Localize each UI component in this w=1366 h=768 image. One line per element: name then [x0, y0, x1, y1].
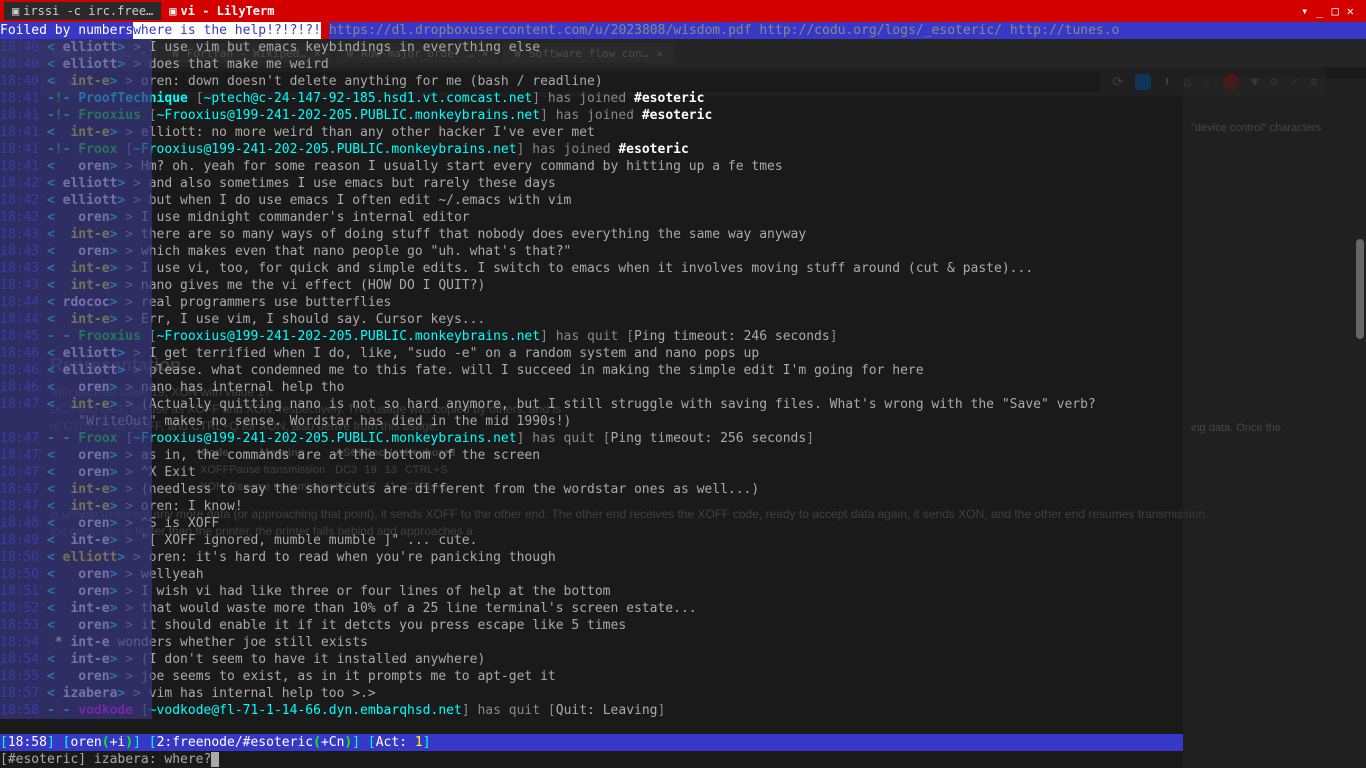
input-prompt: [#esoteric] [0, 752, 94, 767]
topic-highlight: where is the help!?!?!?! [133, 22, 321, 39]
cursor [211, 752, 219, 767]
tab-label: irssi -c irc.free… [23, 4, 153, 18]
terminal-tab-inactive[interactable]: ▣ irssi -c irc.free… [4, 2, 161, 20]
topic-url: https://dl.dropboxusercontent.com/u/2023… [329, 22, 1120, 39]
terminal-tab-active[interactable]: ▣ vi - LilyTerm [161, 2, 282, 20]
chat-line: 18:47 < int-e> > (Actually quitting nano… [0, 396, 1096, 413]
input-text: izabera: where? [94, 752, 211, 767]
window-controls: ▾ _ □ ✕ [1301, 4, 1362, 18]
tab-label: vi - LilyTerm [181, 4, 275, 18]
bg-text: "device control" characters [1191, 118, 1358, 138]
reload-icon[interactable]: ⟳ [1112, 74, 1123, 91]
minimize-button[interactable]: ▾ [1301, 4, 1308, 18]
chat-area: Special Cha…× WFortran - Wikiped…× WRow-… [0, 39, 1366, 768]
scrollbar-thumb[interactable] [1356, 239, 1364, 339]
maximize-button[interactable]: □ [1332, 4, 1339, 18]
right-panel: "device control" characters ing data. On… [1183, 78, 1366, 768]
terminal-icon: ▣ [169, 4, 176, 18]
download-icon[interactable]: ⬇ [1163, 74, 1171, 91]
titlebar: ▣ irssi -c irc.free… ▣ vi - LilyTerm ▾ _… [0, 0, 1366, 22]
close-button[interactable]: ✕ [1347, 4, 1354, 18]
bg-text: ing data. Once the [1191, 418, 1358, 438]
irc-status-bar: [18:58] [oren(+i)] [2:freenode/#esoteric… [0, 734, 1183, 751]
irc-input[interactable]: [#esoteric] izabera: where? [0, 751, 1183, 768]
minimize2-button[interactable]: _ [1316, 4, 1323, 18]
topic-sep: | [321, 22, 329, 39]
irc-topic-bar: Foiled by numbers where is the help!?!?!… [0, 22, 1366, 39]
topic-text: Foiled by numbers [0, 22, 133, 39]
chat-line: 18:43 < int-e> > I use vi, too, for quic… [0, 260, 1033, 277]
terminal-icon: ▣ [12, 4, 19, 18]
ext-icon[interactable] [1135, 74, 1151, 90]
